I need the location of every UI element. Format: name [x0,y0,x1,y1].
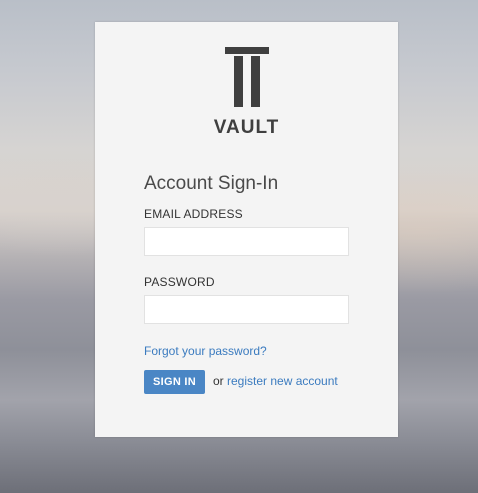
form-title: Account Sign-In [144,173,279,194]
brand-name: VAULT [213,117,280,138]
vault-logo-icon [224,47,269,107]
sign-in-card: VAULT Account Sign-In EMAIL ADDRESS PASS… [95,22,398,437]
forgot-password-link[interactable]: Forgot your password? [144,344,267,358]
register-line: or register new account [213,374,338,388]
email-label: EMAIL ADDRESS [144,207,243,221]
password-field[interactable] [144,295,349,324]
or-text: or [213,374,224,388]
password-label: PASSWORD [144,275,215,289]
email-field[interactable] [144,227,349,256]
sign-in-button[interactable]: SIGN IN [144,370,205,394]
register-link[interactable]: register new account [227,374,338,388]
